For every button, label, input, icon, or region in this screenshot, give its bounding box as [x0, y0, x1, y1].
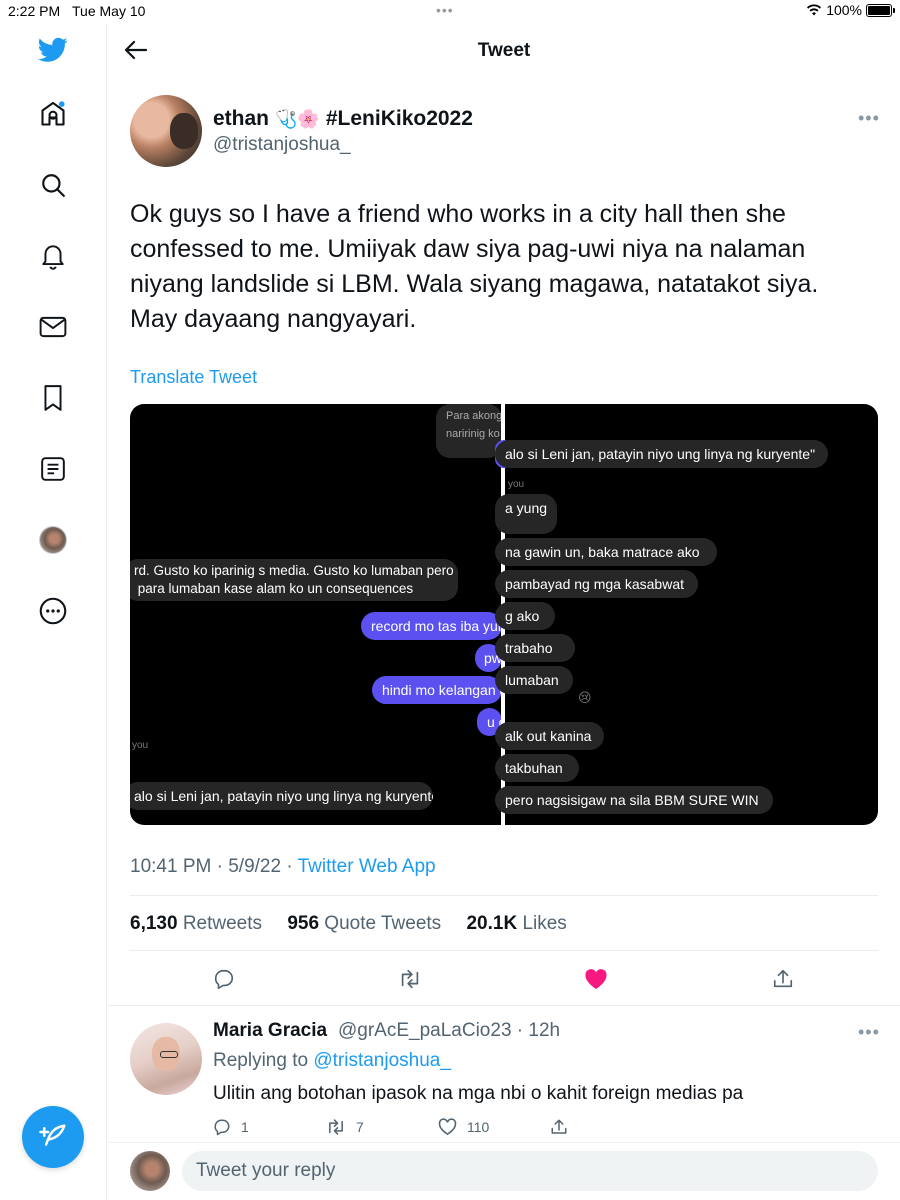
notifications-bell-icon[interactable]	[37, 240, 69, 272]
bookmarks-icon[interactable]	[37, 382, 69, 414]
wifi-icon	[807, 4, 822, 16]
share-button[interactable]	[769, 965, 797, 993]
chat-bubble: trabaho	[495, 634, 575, 662]
tweet-text: Ok guys so I have a friend who works in …	[130, 200, 819, 333]
reply-reply-count: 1	[241, 1119, 249, 1135]
tweet-timestamp: 10:41 PM · 5/9/22 · Twitter Web App	[130, 856, 436, 878]
status-date: Tue May 10	[72, 3, 146, 19]
retweets-label: Retweets	[182, 913, 263, 934]
reply-text: Ulitin ang botohan ipasok na mga nbi o k…	[213, 1083, 744, 1104]
meta-separator: ·	[286, 856, 293, 877]
share-upload-icon	[551, 1119, 567, 1134]
chat-bubble: pero nagsisigaw na sila BBM SURE WIN	[495, 786, 773, 814]
like-button[interactable]	[582, 965, 610, 993]
tweet-source-link[interactable]: Twitter Web App	[298, 856, 436, 877]
quote-tweets-count: 956	[287, 913, 320, 934]
likes-label: Likes	[522, 913, 567, 934]
reply-bubble-icon	[214, 1119, 230, 1136]
more-options-icon[interactable]	[37, 595, 69, 627]
meta-separator: ·	[216, 856, 223, 877]
reply-reply-button[interactable]: 1	[213, 1118, 249, 1136]
chat-bubble: hindi mo kelangan g	[372, 676, 502, 704]
status-bar: 2:22 PM Tue May 10 ••• 100%	[0, 0, 900, 24]
chat-bubble: takbuhan	[495, 754, 579, 782]
reply-author-name[interactable]: Maria Gracia	[213, 1020, 327, 1042]
reply-author-avatar[interactable]	[130, 1023, 202, 1095]
divider	[130, 895, 878, 896]
battery-icon	[866, 3, 895, 17]
tweet-date: 5/9/22	[228, 856, 282, 877]
retweet-icon	[401, 969, 419, 989]
retweets-stat[interactable]: 6,130 Retweets	[130, 913, 272, 934]
chat-bubble: pambayad ng mga kasabwat	[495, 570, 698, 598]
lists-icon[interactable]	[37, 453, 69, 485]
chat-bubble: g ako	[495, 602, 555, 630]
quote-tweets-stat[interactable]: 956 Quote Tweets	[287, 913, 451, 934]
chat-bubble: rd. Gusto ko iparinig s media. Gusto ko …	[130, 559, 458, 601]
share-upload-icon	[773, 969, 793, 988]
chat-bubble: record mo tas iba yung	[361, 612, 502, 640]
tweet-stats: 6,130 Retweets 956 Quote Tweets 20.1K Li…	[130, 913, 587, 935]
reply-like-button[interactable]: 110	[438, 1118, 489, 1136]
retweet-icon	[329, 1119, 343, 1135]
status-time: 2:22 PM	[8, 3, 61, 19]
compose-tweet-button[interactable]	[22, 1106, 84, 1168]
tweet-more-icon[interactable]: •••	[858, 108, 880, 129]
home-icon[interactable]	[37, 98, 69, 130]
reply-retweet-count: 7	[356, 1119, 364, 1135]
reply-bubble-icon	[214, 969, 234, 989]
compose-feather-icon	[39, 1124, 66, 1146]
reply-retweet-button[interactable]: 7	[326, 1118, 364, 1136]
author-avatar[interactable]	[130, 95, 202, 167]
retweet-button[interactable]	[396, 965, 424, 993]
chat-bubble: a yung	[495, 494, 557, 534]
heart-filled-icon	[585, 969, 607, 989]
messages-mail-icon[interactable]	[37, 311, 69, 343]
tweet-header: Tweet	[108, 24, 900, 76]
reply-composer	[108, 1142, 900, 1200]
divider	[130, 950, 878, 951]
battery-percent: 100%	[826, 2, 862, 18]
author-tag: #LeniKiko2022	[325, 107, 473, 130]
divider	[108, 1005, 900, 1006]
chat-bubble: lumaban	[495, 666, 573, 694]
status-right: 100%	[806, 2, 895, 18]
reply-share-button[interactable]	[550, 1118, 568, 1136]
chat-bubble: na gawin un, baka matrace ako	[495, 538, 717, 566]
tweet-time: 10:41 PM	[130, 856, 212, 877]
chat-bubble: alo si Leni jan, patayin niyo ung linya …	[130, 782, 433, 810]
author-emoji: 🩺🌸	[275, 108, 320, 129]
translate-tweet-link[interactable]: Translate Tweet	[130, 367, 257, 388]
chat-bubble: alk out kanina	[495, 722, 604, 750]
profile-avatar-icon[interactable]	[37, 524, 69, 556]
reply-like-count: 110	[467, 1119, 490, 1135]
chat-sender-label: you	[508, 479, 525, 490]
chat-reaction-emoji: 😢	[578, 690, 592, 705]
likes-count: 20.1K	[466, 913, 518, 934]
twitter-logo-icon[interactable]	[37, 34, 69, 66]
author-handle[interactable]: @tristanjoshua_	[213, 134, 351, 156]
likes-stat[interactable]: 20.1K Likes	[466, 913, 576, 934]
replying-to-link[interactable]: @tristanjoshua_	[313, 1050, 451, 1071]
quote-tweets-label: Quote Tweets	[324, 913, 442, 934]
page-title: Tweet	[477, 40, 531, 61]
multitasking-dots[interactable]: •••	[436, 2, 454, 18]
author-display-name: ethan	[213, 107, 270, 130]
replying-to-label: Replying to	[213, 1050, 309, 1071]
sidebar	[0, 24, 107, 1200]
explore-search-icon[interactable]	[37, 169, 69, 201]
chat-bubble: alo si Leni jan, patayin niyo ung linya …	[495, 440, 828, 468]
replying-to: Replying to @tristanjoshua_	[213, 1050, 451, 1072]
heart-outline-icon	[438, 1118, 457, 1136]
retweets-count: 6,130	[130, 913, 178, 934]
reply-author-handle[interactable]: @grAcE_paLaCio23 · 12h	[338, 1020, 560, 1042]
chat-sender-label: you	[132, 740, 149, 751]
reply-button[interactable]	[210, 965, 238, 993]
reply-more-icon[interactable]: •••	[858, 1022, 880, 1043]
tweet-reply-input[interactable]	[182, 1151, 878, 1191]
tweet-media-image[interactable]: Para akong naririnig ko rd. Gusto ko ipa…	[130, 404, 878, 825]
current-user-avatar	[130, 1151, 170, 1191]
chat-bubble: Para akong naririnig ko	[436, 404, 502, 458]
author-name[interactable]: ethan 🩺🌸 #LeniKiko2022	[213, 107, 473, 131]
